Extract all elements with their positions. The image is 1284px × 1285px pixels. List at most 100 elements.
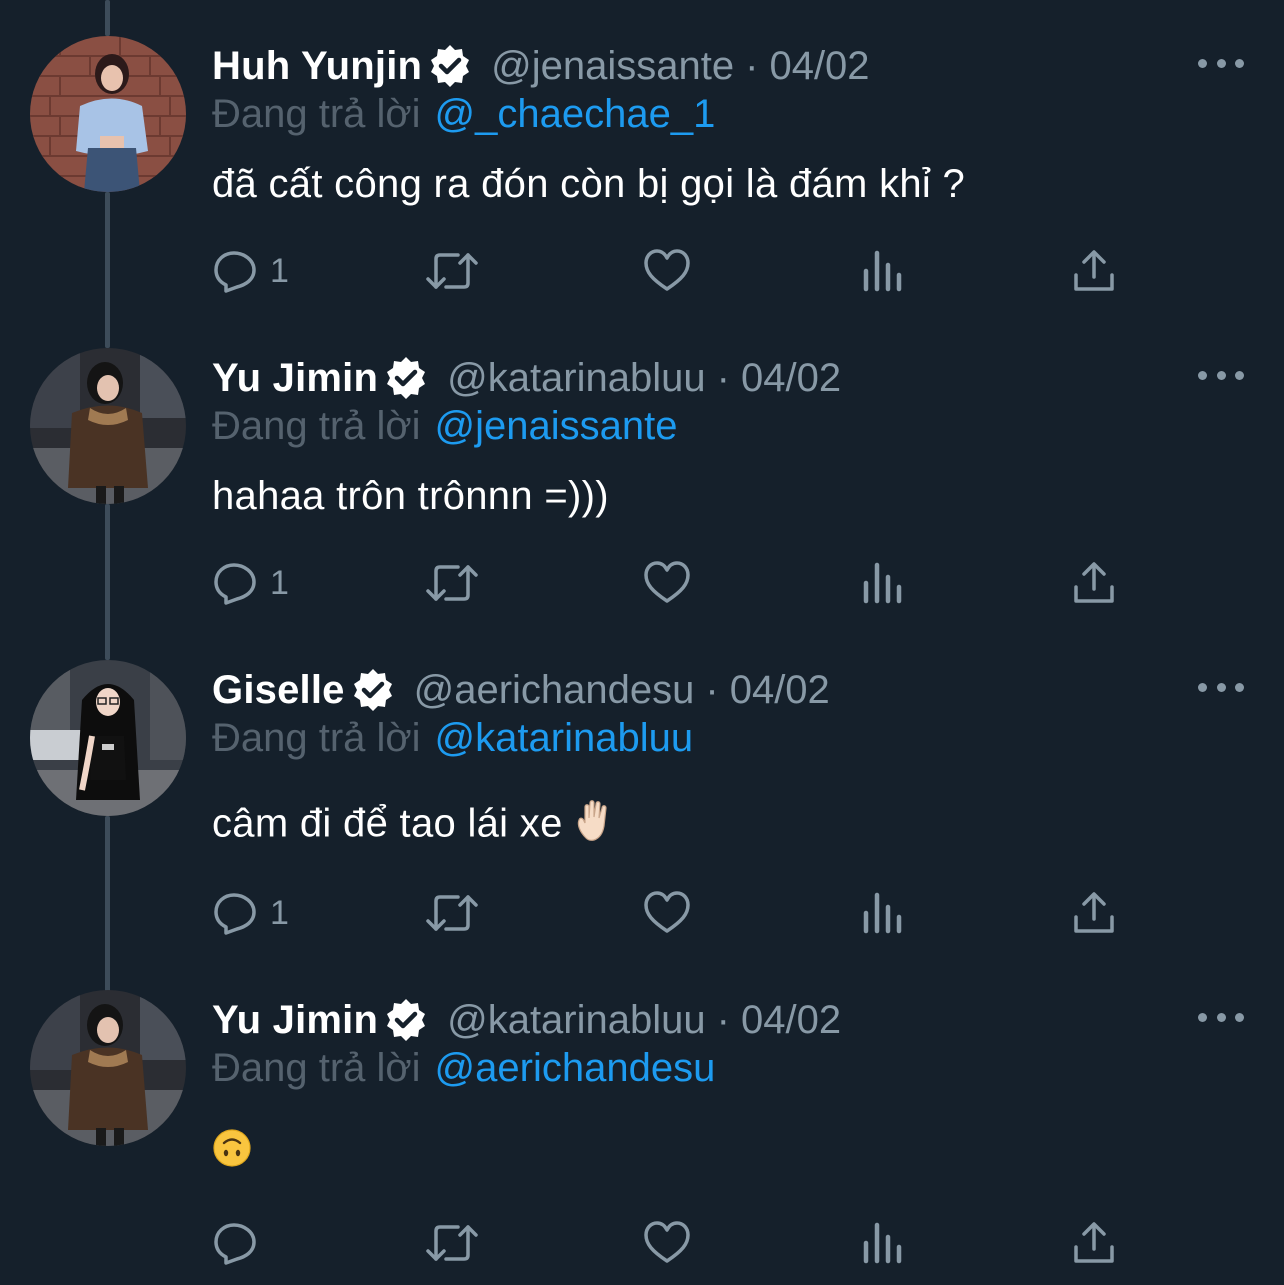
user-handle[interactable]: @katarinabluu: [447, 998, 706, 1043]
retweet-icon: [424, 247, 480, 295]
share-icon: [1072, 247, 1116, 295]
retweet-button[interactable]: [424, 558, 480, 608]
views-icon: [860, 247, 904, 295]
like-button[interactable]: [642, 558, 692, 608]
retweet-button[interactable]: [424, 1218, 480, 1268]
views-icon: [860, 559, 904, 607]
verified-badge-icon: [383, 997, 429, 1043]
share-icon: [1072, 1219, 1116, 1267]
tweet-text: hahaa trôn trônnn =))): [212, 474, 609, 518]
tweet-content: câm đi để tao lái xe: [212, 798, 618, 854]
separator-dot: ·: [745, 43, 759, 88]
tweet-content: [212, 1128, 252, 1178]
retweet-icon: [424, 1219, 480, 1267]
reply-button[interactable]: 1: [212, 246, 289, 296]
retweet-icon: [424, 889, 480, 937]
tweet-date[interactable]: 04/02: [741, 356, 841, 401]
display-name[interactable]: Giselle: [212, 668, 345, 713]
more-icon[interactable]: [1198, 48, 1244, 78]
views-button[interactable]: [860, 246, 904, 296]
heart-icon: [642, 247, 692, 295]
like-button[interactable]: [642, 1218, 692, 1268]
reply-icon: [212, 247, 260, 295]
reply-icon: [212, 889, 260, 937]
like-button[interactable]: [642, 888, 692, 938]
tweet-header: Giselle @aerichandesu · 04/02: [212, 664, 830, 716]
avatar[interactable]: [30, 348, 186, 504]
heart-icon: [642, 889, 692, 937]
reply-icon: [212, 559, 260, 607]
display-name[interactable]: Yu Jimin: [212, 998, 378, 1043]
action-bar: 1: [212, 888, 1132, 938]
heart-icon: [642, 1219, 692, 1267]
tweet[interactable]: Giselle @aerichandesu · 04/02 Đang trả l…: [0, 660, 1284, 944]
separator-dot: ·: [716, 997, 730, 1042]
reply-count: 1: [270, 563, 289, 602]
reply-button[interactable]: 1: [212, 558, 289, 608]
display-name[interactable]: Huh Yunjin: [212, 44, 422, 89]
upside-down-face-emoji: [212, 1128, 252, 1178]
share-button[interactable]: [1072, 246, 1116, 296]
reply-context: Đang trả lời @aerichandesu: [212, 1046, 715, 1091]
views-button[interactable]: [860, 1218, 904, 1268]
reply-context: Đang trả lời @katarinabluu: [212, 716, 693, 761]
share-button[interactable]: [1072, 558, 1116, 608]
views-button[interactable]: [860, 888, 904, 938]
more-icon[interactable]: [1198, 672, 1244, 702]
reply-thread: Huh Yunjin @jenaissante · 04/02 Đang trả…: [0, 0, 1284, 1285]
reply-button[interactable]: [212, 1218, 260, 1268]
views-icon: [860, 1219, 904, 1267]
reply-prefix: Đang trả lời: [212, 1046, 421, 1090]
user-handle[interactable]: @katarinabluu: [447, 356, 706, 401]
reply-target-link[interactable]: @jenaissante: [435, 404, 678, 448]
reply-button[interactable]: 1: [212, 888, 289, 938]
retweet-button[interactable]: [424, 246, 480, 296]
retweet-button[interactable]: [424, 888, 480, 938]
tweet[interactable]: Yu Jimin @katarinabluu · 04/02 Đang trả …: [0, 990, 1284, 1274]
thread-line: [105, 0, 110, 36]
heart-icon: [642, 559, 692, 607]
share-button[interactable]: [1072, 888, 1116, 938]
separator-dot: ·: [705, 667, 719, 712]
tweet-date[interactable]: 04/02: [730, 668, 830, 713]
tweet-date[interactable]: 04/02: [769, 44, 869, 89]
reply-prefix: Đang trả lời: [212, 404, 421, 448]
reply-target-link[interactable]: @_chaechae_1: [435, 92, 716, 136]
tweet[interactable]: Yu Jimin @katarinabluu · 04/02 Đang trả …: [0, 348, 1284, 612]
views-icon: [860, 889, 904, 937]
views-button[interactable]: [860, 558, 904, 608]
tweet[interactable]: Huh Yunjin @jenaissante · 04/02 Đang trả…: [0, 36, 1284, 300]
tweet-header: Yu Jimin @katarinabluu · 04/02: [212, 352, 841, 404]
reply-prefix: Đang trả lời: [212, 716, 421, 760]
share-icon: [1072, 889, 1116, 937]
reply-target-link[interactable]: @aerichandesu: [435, 1046, 716, 1090]
verified-badge-icon: [350, 667, 396, 713]
verified-badge-icon: [427, 43, 473, 89]
reply-count: 1: [270, 893, 289, 932]
share-button[interactable]: [1072, 1218, 1116, 1268]
tweet-text: câm đi để tao lái xe: [212, 801, 563, 846]
avatar[interactable]: [30, 36, 186, 192]
like-button[interactable]: [642, 246, 692, 296]
more-icon[interactable]: [1198, 360, 1244, 390]
reply-count: 1: [270, 251, 289, 290]
reply-context: Đang trả lời @jenaissante: [212, 404, 678, 449]
display-name[interactable]: Yu Jimin: [212, 356, 378, 401]
reply-prefix: Đang trả lời: [212, 92, 421, 136]
user-handle[interactable]: @aerichandesu: [414, 668, 695, 713]
reply-icon: [212, 1219, 260, 1267]
action-bar: 1: [212, 246, 1132, 296]
share-icon: [1072, 559, 1116, 607]
tweet-header: Huh Yunjin @jenaissante · 04/02: [212, 40, 870, 92]
tweet-header: Yu Jimin @katarinabluu · 04/02: [212, 994, 841, 1046]
tweet-text: đã cất công ra đón còn bị gọi là đám khỉ…: [212, 162, 966, 206]
more-icon[interactable]: [1198, 1002, 1244, 1032]
action-bar: [212, 1218, 1132, 1268]
avatar[interactable]: [30, 660, 186, 816]
avatar[interactable]: [30, 990, 186, 1146]
action-bar: 1: [212, 558, 1132, 608]
reply-target-link[interactable]: @katarinabluu: [435, 716, 694, 760]
tweet-date[interactable]: 04/02: [741, 998, 841, 1043]
user-handle[interactable]: @jenaissante: [491, 44, 734, 89]
retweet-icon: [424, 559, 480, 607]
